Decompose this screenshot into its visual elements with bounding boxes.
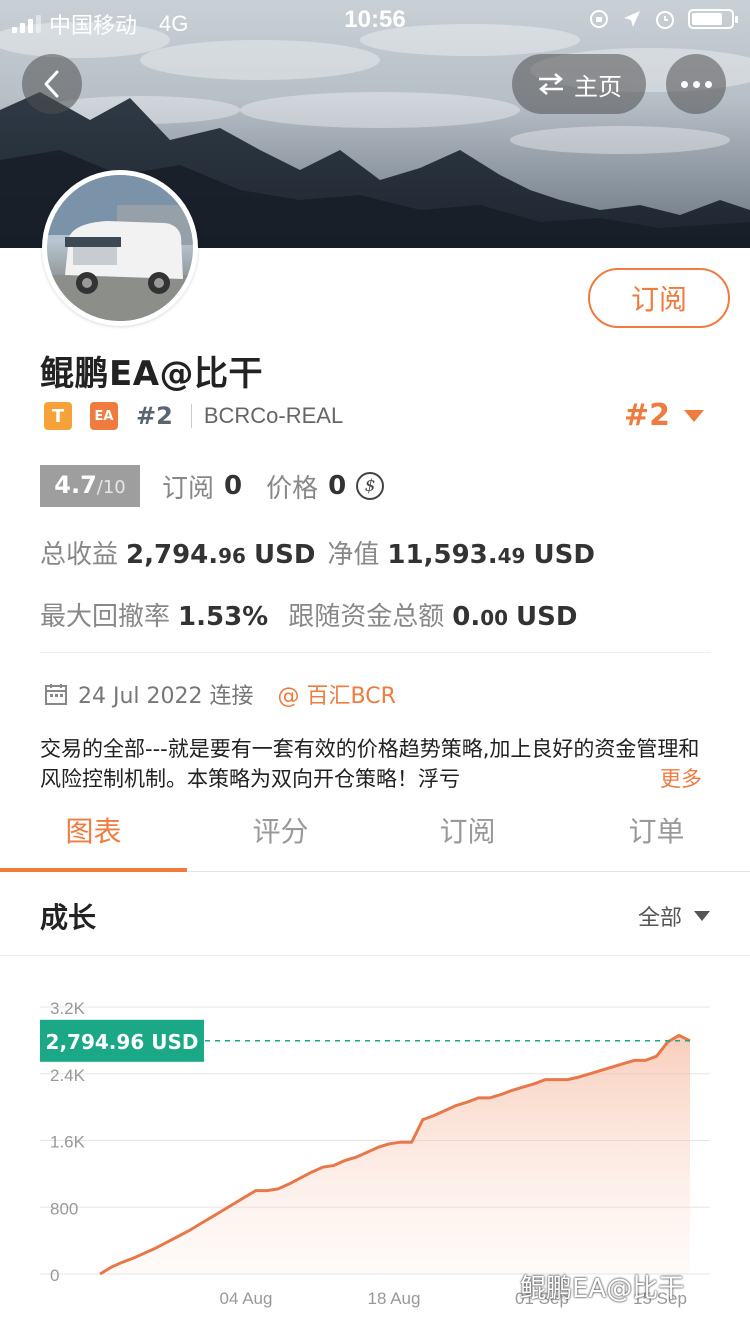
price-value: 0	[328, 471, 347, 501]
tab-orders[interactable]: 订单	[563, 810, 750, 850]
growth-header: 成长 全部	[0, 872, 750, 956]
y-tick-label: 0	[50, 1266, 59, 1285]
y-tick-label: 1.6K	[50, 1133, 86, 1152]
ea-badge: EA	[90, 402, 118, 430]
description-text: 交易的全部---就是要有一套有效的价格趋势策略,加上良好的资金管理和风险控制机制…	[40, 737, 700, 791]
profit-unit: USD	[253, 540, 316, 570]
rank-dropdown[interactable]: #2	[624, 398, 705, 433]
location-icon	[624, 11, 640, 27]
tab-bar: 图表 评分 订阅 订单	[0, 790, 750, 872]
range-value: 全部	[637, 906, 682, 931]
drawdown-label: 最大回撤率	[40, 602, 171, 632]
tab-chart[interactable]: 图表	[0, 810, 187, 850]
follow-value: 0.00	[452, 602, 509, 632]
equity-label: 净值	[327, 540, 380, 570]
page-title: 鲲鹏EA@比干	[40, 354, 264, 394]
alarm-icon	[656, 11, 674, 29]
profit-label: 总收益	[40, 540, 119, 570]
tag-row: T EA #2 BCRCo-REAL	[44, 400, 343, 432]
current-value-label: 2,794.96 USD	[46, 1030, 199, 1054]
x-tick-label: 18 Aug	[368, 1289, 421, 1308]
rating-row: 4.7/10 订阅 0 价格 0 $	[40, 464, 385, 508]
broker-link[interactable]: @ 百汇BCR	[278, 678, 396, 710]
rank-value: #2	[624, 398, 671, 433]
equity-unit: USD	[533, 540, 595, 570]
coin-icon: $	[356, 472, 385, 500]
swap-icon	[539, 73, 563, 95]
follow-unit: USD	[516, 602, 578, 632]
status-bar: 中国移动 4G 10:56	[0, 0, 750, 40]
y-tick-label: 2.4K	[50, 1066, 86, 1085]
divider	[190, 404, 192, 428]
battery-icon	[688, 9, 738, 29]
equity-value: 11,593.49	[387, 540, 526, 570]
connection-meta: 24 Jul 2022 连接 @ 百汇BCR	[44, 678, 396, 710]
caret-down-icon	[684, 409, 705, 422]
dot-icon	[704, 80, 712, 88]
subs-value: 0	[224, 471, 243, 501]
avatar[interactable]	[42, 170, 198, 326]
tab-subscribe[interactable]: 订阅	[374, 810, 561, 850]
calendar-icon	[45, 684, 67, 705]
connection-date: 24 Jul 2022 连接	[78, 684, 254, 709]
score-badge: 4.7/10	[40, 465, 140, 507]
y-tick-label: 3.2K	[50, 999, 86, 1018]
follow-label: 跟随资金总额	[288, 602, 445, 632]
tab-rating[interactable]: 评分	[187, 810, 374, 850]
profit-value: 2,794.96	[126, 540, 246, 570]
watermark: 鲲鹏EA@比干	[520, 1274, 685, 1304]
dot-icon	[692, 80, 700, 88]
back-button[interactable]	[22, 54, 82, 114]
price-label: 价格	[266, 473, 319, 504]
subscribe-button[interactable]: 订阅	[588, 268, 730, 328]
dot-icon	[680, 80, 688, 88]
caret-down-icon	[694, 911, 710, 921]
avatar-image	[47, 175, 193, 321]
home-switch-button[interactable]: 主页	[512, 54, 646, 114]
section-title: 成长	[40, 901, 97, 934]
more-options-button[interactable]	[666, 54, 726, 114]
profit-row: 总收益 2,794.96 USD 净值 11,593.49 USD	[40, 534, 595, 571]
rank-label: #2	[136, 402, 173, 430]
drawdown-row: 最大回撤率 1.53% 跟随资金总额 0.00 USD	[40, 596, 577, 633]
subs-label: 订阅	[162, 473, 215, 504]
score-value: 4.7	[54, 471, 97, 499]
x-tick-label: 04 Aug	[220, 1289, 273, 1308]
server-label: BCRCo-REAL	[203, 403, 344, 428]
range-dropdown[interactable]: 全部	[638, 900, 710, 932]
drawdown-value: 1.53%	[178, 602, 269, 632]
trader-badge: T	[44, 402, 72, 430]
strategy-description: 交易的全部---就是要有一套有效的价格趋势策略,加上良好的资金管理和风险控制机制…	[40, 734, 710, 794]
chevron-left-icon	[44, 70, 59, 98]
y-tick-label: 800	[50, 1199, 78, 1218]
divider	[40, 652, 710, 653]
score-denominator: /10	[96, 477, 126, 498]
home-label: 主页	[574, 72, 622, 101]
rotation-lock-icon	[590, 10, 608, 28]
